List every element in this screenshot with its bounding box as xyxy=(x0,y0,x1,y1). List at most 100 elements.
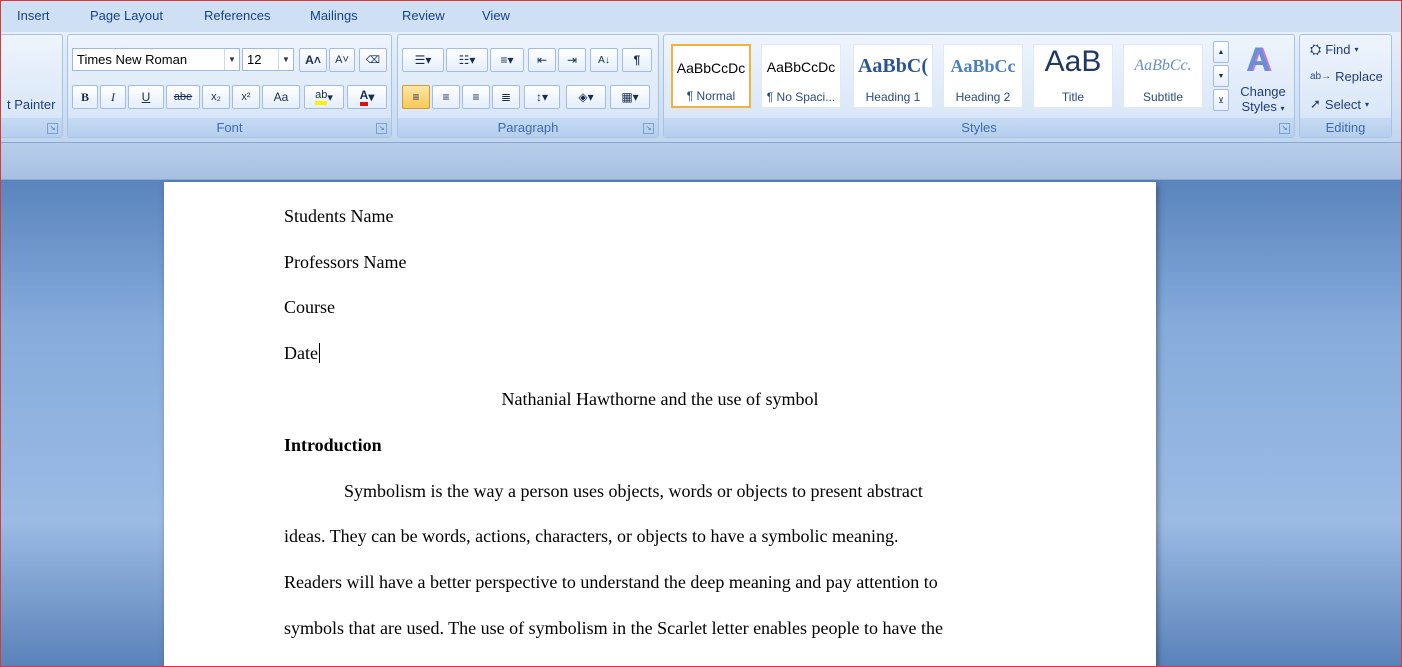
doc-paragraph-line[interactable]: Readers will have a better perspective t… xyxy=(284,572,938,593)
change-styles-label: Styles xyxy=(1241,99,1277,114)
subscript-button[interactable]: x₂ xyxy=(202,85,230,109)
align-left-icon: ≡ xyxy=(412,90,420,104)
clipboard-group: t Painter ↘ xyxy=(0,34,63,138)
dialog-launcher-icon[interactable]: ↘ xyxy=(1279,123,1290,134)
find-button[interactable]: ⛭ Find ▾ xyxy=(1310,41,1359,58)
change-styles-label: Change xyxy=(1240,84,1286,99)
doc-paragraph-line[interactable]: symbols that are used. The use of symbol… xyxy=(284,618,943,639)
style-heading-1[interactable]: AaBbC( Heading 1 xyxy=(853,44,933,108)
highlight-color-button[interactable]: ab ▾ xyxy=(304,85,344,109)
style-subtitle[interactable]: AaBbCc. Subtitle xyxy=(1123,44,1203,108)
numbering-button[interactable]: ☷▾ xyxy=(446,48,488,72)
justify-button[interactable]: ≣ xyxy=(492,85,520,109)
shrink-font-button[interactable]: A˅ xyxy=(329,48,355,72)
styles-group: AaBbCcDc ¶ Normal AaBbCcDc ¶ No Spaci...… xyxy=(663,34,1295,138)
underline-button[interactable]: U xyxy=(128,85,164,109)
align-right-button[interactable]: ≡ xyxy=(462,85,490,109)
select-button[interactable]: ➚ Select ▾ xyxy=(1310,96,1369,112)
sort-icon: A↓ xyxy=(598,54,610,66)
change-styles-button[interactable]: A Change Styles ▾ xyxy=(1234,39,1292,117)
multilevel-list-button[interactable]: ≡▾ xyxy=(490,48,524,72)
font-name-value: Times New Roman xyxy=(77,52,188,67)
strikethrough-button[interactable]: abe xyxy=(166,85,200,109)
tab-mailings[interactable]: Mailings xyxy=(310,8,358,23)
styles-scroll-up-button[interactable]: ▲ xyxy=(1213,41,1229,63)
borders-icon: ▦▾ xyxy=(621,90,639,104)
line-spacing-icon: ↕▾ xyxy=(535,90,549,104)
style-sample: AaBbC( xyxy=(857,55,928,77)
show-paragraph-marks-button[interactable]: ¶ xyxy=(622,48,652,72)
decrease-indent-icon: ⇤ xyxy=(536,53,548,67)
bullets-icon: ☰▾ xyxy=(414,53,432,67)
italic-button[interactable]: I xyxy=(100,85,126,109)
bold-button[interactable]: B xyxy=(72,85,98,109)
doc-paragraph-line[interactable]: Symbolism is the way a person uses objec… xyxy=(344,481,923,502)
font-name-select[interactable]: Times New Roman ▼ xyxy=(72,48,240,71)
styles-scroll-down-button[interactable]: ▼ xyxy=(1213,65,1229,87)
font-size-value: 12 xyxy=(247,52,262,67)
doc-line-student-name[interactable]: Students Name xyxy=(284,206,394,227)
select-label: Select xyxy=(1324,96,1362,112)
doc-line-professor-name[interactable]: Professors Name xyxy=(284,252,406,273)
tab-insert[interactable]: Insert xyxy=(17,8,50,23)
style-normal[interactable]: AaBbCcDc ¶ Normal xyxy=(671,44,751,108)
binoculars-icon: ⛭ xyxy=(1310,41,1322,57)
replace-icon: ab→ xyxy=(1310,71,1332,82)
chevron-up-icon: ▲ xyxy=(1217,48,1225,56)
font-size-select[interactable]: 12 ▼ xyxy=(242,48,294,71)
style-sample: AaBbCcDc xyxy=(766,59,836,75)
tab-references[interactable]: References xyxy=(204,8,270,23)
doc-title[interactable]: Nathanial Hawthorne and the use of symbo… xyxy=(164,389,1156,410)
highlighter-icon: ab xyxy=(315,89,328,105)
document-page[interactable]: Students Name Professors Name Course Dat… xyxy=(164,182,1156,667)
doc-line-course[interactable]: Course xyxy=(284,297,335,318)
dialog-launcher-icon[interactable]: ↘ xyxy=(376,123,387,134)
chevron-down-icon: ▼ xyxy=(224,49,239,70)
date-text: Date xyxy=(284,343,318,363)
align-left-button[interactable]: ≡ xyxy=(402,85,430,109)
editing-group-label: Editing xyxy=(1300,118,1391,137)
line-spacing-button[interactable]: ↕▾ xyxy=(524,85,560,109)
style-sample: AaBbCc. xyxy=(1134,57,1192,74)
font-group: Times New Roman ▼ 12 ▼ A˄ A˅ ⌫ B I U abe… xyxy=(67,34,392,138)
chevron-down-icon: ▾ xyxy=(1354,45,1359,54)
style-heading-2[interactable]: AaBbCc Heading 2 xyxy=(943,44,1023,108)
style-no-spacing[interactable]: AaBbCcDc ¶ No Spaci... xyxy=(761,44,841,108)
style-name: Subtitle xyxy=(1142,90,1184,104)
dialog-launcher-icon[interactable]: ↘ xyxy=(643,123,654,134)
bullets-button[interactable]: ☰▾ xyxy=(402,48,444,72)
style-sample: AaB xyxy=(1044,45,1102,78)
ribbon-tabs: Insert Page Layout References Mailings R… xyxy=(0,0,1402,33)
sort-button[interactable]: A↓ xyxy=(590,48,618,72)
borders-button[interactable]: ▦▾ xyxy=(610,85,650,109)
replace-button[interactable]: ab→ Replace xyxy=(1310,69,1383,84)
tab-review[interactable]: Review xyxy=(402,8,445,23)
style-title[interactable]: AaB Title xyxy=(1033,44,1113,108)
change-styles-icon: A xyxy=(1246,41,1271,79)
doc-paragraph-line[interactable]: ideas. They can be words, actions, chara… xyxy=(284,526,898,547)
format-painter-button[interactable]: t Painter xyxy=(7,97,55,112)
shading-button[interactable]: ◈▾ xyxy=(566,85,606,109)
font-color-button[interactable]: A ▾ xyxy=(347,85,387,109)
change-case-button[interactable]: Aa xyxy=(262,85,300,109)
align-center-button[interactable]: ≡ xyxy=(432,85,460,109)
decrease-indent-button[interactable]: ⇤ xyxy=(528,48,556,72)
style-sample: AaBbCcDc xyxy=(676,60,746,76)
style-name: Heading 1 xyxy=(865,90,921,104)
justify-icon: ≣ xyxy=(500,90,512,104)
grow-font-button[interactable]: A˄ xyxy=(299,48,327,72)
tab-view[interactable]: View xyxy=(482,8,510,23)
style-sample: AaBbCc xyxy=(950,56,1016,76)
doc-line-date[interactable]: Date xyxy=(284,343,320,364)
font-group-label: Font xyxy=(68,118,391,137)
increase-indent-button[interactable]: ⇥ xyxy=(558,48,586,72)
tab-page-layout[interactable]: Page Layout xyxy=(90,8,163,23)
superscript-button[interactable]: x² xyxy=(232,85,260,109)
style-name: Heading 2 xyxy=(955,90,1011,104)
numbering-icon: ☷▾ xyxy=(458,53,476,67)
more-icon: ⊻ xyxy=(1218,95,1224,105)
doc-heading-introduction[interactable]: Introduction xyxy=(284,435,382,456)
clear-formatting-button[interactable]: ⌫ xyxy=(359,48,387,72)
styles-more-button[interactable]: ⊻ xyxy=(1213,89,1229,111)
dialog-launcher-icon[interactable]: ↘ xyxy=(47,123,58,134)
